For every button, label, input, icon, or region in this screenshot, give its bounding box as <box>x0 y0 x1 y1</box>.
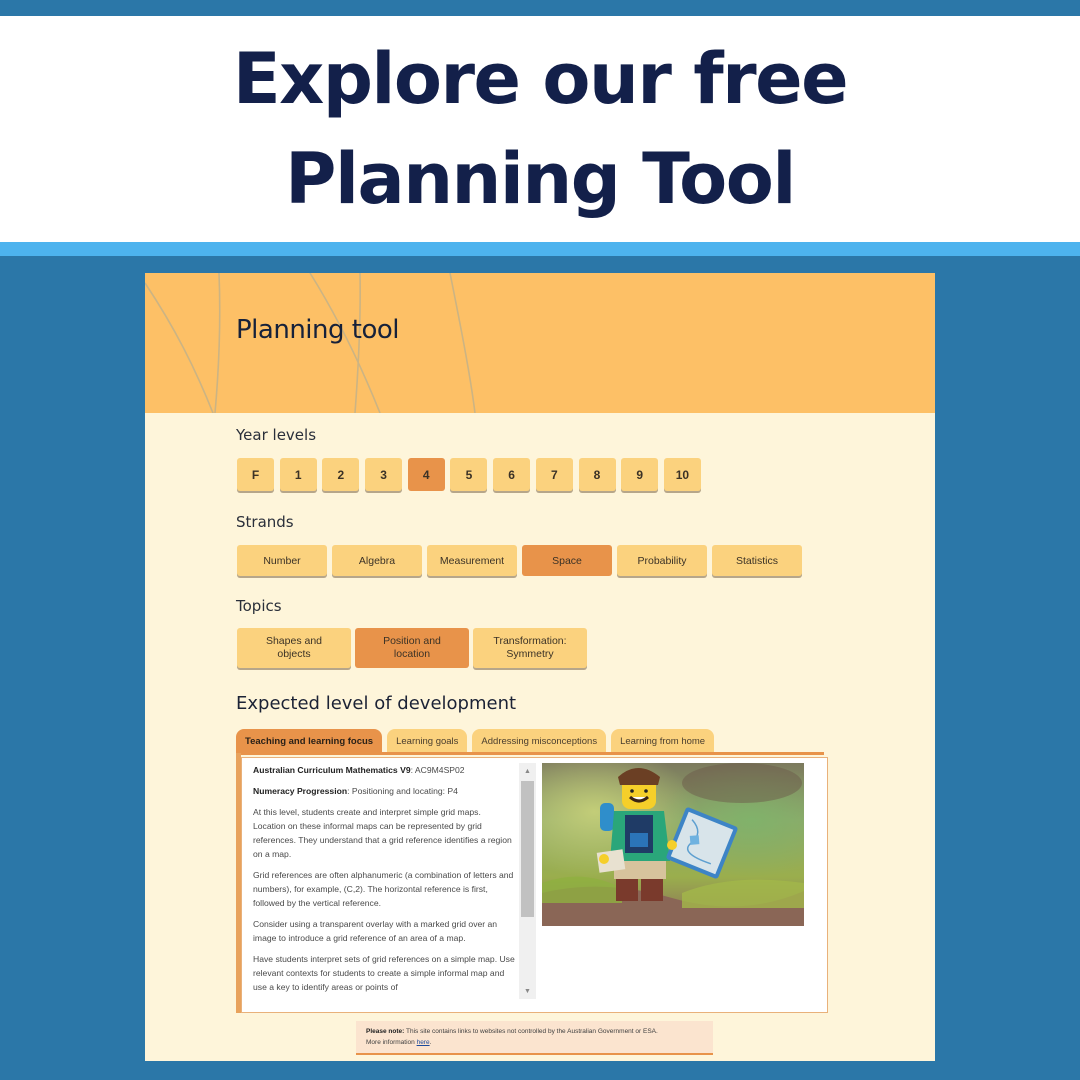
strand-button-algebra[interactable]: Algebra <box>332 545 422 576</box>
page-title: Planning tool <box>236 315 400 345</box>
tab-panel: Australian Curriculum Mathematics V9: AC… <box>241 757 828 1013</box>
curriculum-line: Australian Curriculum Mathematics V9: AC… <box>253 763 515 777</box>
notice-label: Please note: <box>366 1028 405 1035</box>
banner-stripe <box>0 242 1080 256</box>
topic-button-label-line-1: Position and <box>383 635 441 647</box>
tab-learning-goals[interactable]: Learning goals <box>387 729 468 753</box>
curriculum-label: Australian Curriculum Mathematics V9 <box>253 765 411 775</box>
expected-level-heading: Expected level of development <box>236 693 517 714</box>
year-level-button-2[interactable]: 2 <box>322 458 360 491</box>
banner-headline-line-1: Explore our free <box>232 38 849 120</box>
topic-button-label-line-2: objects <box>277 648 311 660</box>
year-level-button-10[interactable]: 10 <box>663 458 701 491</box>
notice-text: This site contains links to websites not… <box>404 1028 658 1035</box>
progression-line: Numeracy Progression: Positioning and lo… <box>253 784 515 798</box>
year-level-buttons: F 1 2 3 4 5 6 7 8 9 10 <box>237 458 707 491</box>
topic-button-label-line-2: location <box>393 648 431 660</box>
scrollbar[interactable]: ▲ ▼ <box>519 763 536 999</box>
year-level-button-1[interactable]: 1 <box>279 458 317 491</box>
topic-button[interactable]: Position and location <box>355 628 469 668</box>
topics-label: Topics <box>236 597 282 615</box>
planning-tool-panel: Planning tool Year levels F 1 2 3 4 5 6 7 8 9 10 S… <box>145 273 935 1061</box>
notice-line-1: Please note: This site contains links to… <box>366 1026 703 1037</box>
topic-button[interactable]: Transformation: Symmetry <box>473 628 587 668</box>
scroll-down-arrow-icon[interactable]: ▼ <box>519 983 536 999</box>
promo-banner: Explore our free Planning Tool <box>0 16 1080 242</box>
topic-button-label-line-1: Shapes and <box>265 635 323 647</box>
topic-button-label-line-1: Transformation: <box>493 635 567 647</box>
paragraph: At this level, students create and inter… <box>253 807 512 859</box>
topic-button-label-line-2: Symmetry <box>506 648 554 660</box>
strand-button-number[interactable]: Number <box>237 545 327 576</box>
strand-buttons: Number Algebra Measurement Space Probability… <box>237 545 807 576</box>
strand-button-statistics[interactable]: Statistics <box>712 545 802 576</box>
paragraph: Have students interpret sets of grid ref… <box>253 954 515 992</box>
scroll-thumb[interactable] <box>521 781 534 917</box>
year-level-button-7[interactable]: 7 <box>535 458 573 491</box>
strand-button-space[interactable]: Space <box>522 545 612 576</box>
progression-label: Numeracy Progression <box>253 786 348 796</box>
external-links-notice: Please note: This site contains links to… <box>356 1021 713 1055</box>
notice-end: . <box>429 1039 432 1046</box>
tab-learning-from-home[interactable]: Learning from home <box>611 729 715 753</box>
topic-buttons: Shapes and objects Position and location Tra… <box>237 628 591 668</box>
year-level-button-6[interactable]: 6 <box>493 458 531 491</box>
banner-headline-line-2: Planning Tool <box>285 138 796 220</box>
progression-value: : Positioning and locating: P4 <box>347 786 458 796</box>
year-level-button-9[interactable]: 9 <box>621 458 659 491</box>
curriculum-code: : AC9M4SP02 <box>410 765 465 775</box>
strand-button-probability[interactable]: Probability <box>617 545 707 576</box>
paragraph: Grid references are often alphanumeric (… <box>253 870 514 908</box>
notice-more-text: More information <box>366 1039 417 1046</box>
notice-line-2: More information here. <box>366 1037 703 1048</box>
year-level-button-3[interactable]: 3 <box>365 458 403 491</box>
more-information-link[interactable]: here <box>417 1039 430 1046</box>
paragraph: Consider using a transparent overlay wit… <box>253 919 498 943</box>
strands-label: Strands <box>236 513 294 531</box>
tab-panel-text[interactable]: Australian Curriculum Mathematics V9: AC… <box>253 763 515 997</box>
year-level-button-5[interactable]: 5 <box>450 458 488 491</box>
page-header: Planning tool <box>145 273 935 413</box>
lego-hiker-photo <box>542 763 804 926</box>
scroll-up-arrow-icon[interactable]: ▲ <box>519 763 536 779</box>
tab-underline <box>236 752 824 755</box>
year-level-button-4[interactable]: 4 <box>407 458 445 491</box>
tab-addressing-misconceptions[interactable]: Addressing misconceptions <box>472 729 607 753</box>
strand-button-measurement[interactable]: Measurement <box>427 545 517 576</box>
tab-teaching-and-learning-focus[interactable]: Teaching and learning focus <box>236 729 383 753</box>
topic-button[interactable]: Shapes and objects <box>237 628 351 668</box>
year-levels-label: Year levels <box>236 426 317 444</box>
year-level-button-f[interactable]: F <box>237 458 274 491</box>
tab-bar: Teaching and learning focus Learning goal… <box>236 729 719 753</box>
year-level-button-8[interactable]: 8 <box>578 458 616 491</box>
